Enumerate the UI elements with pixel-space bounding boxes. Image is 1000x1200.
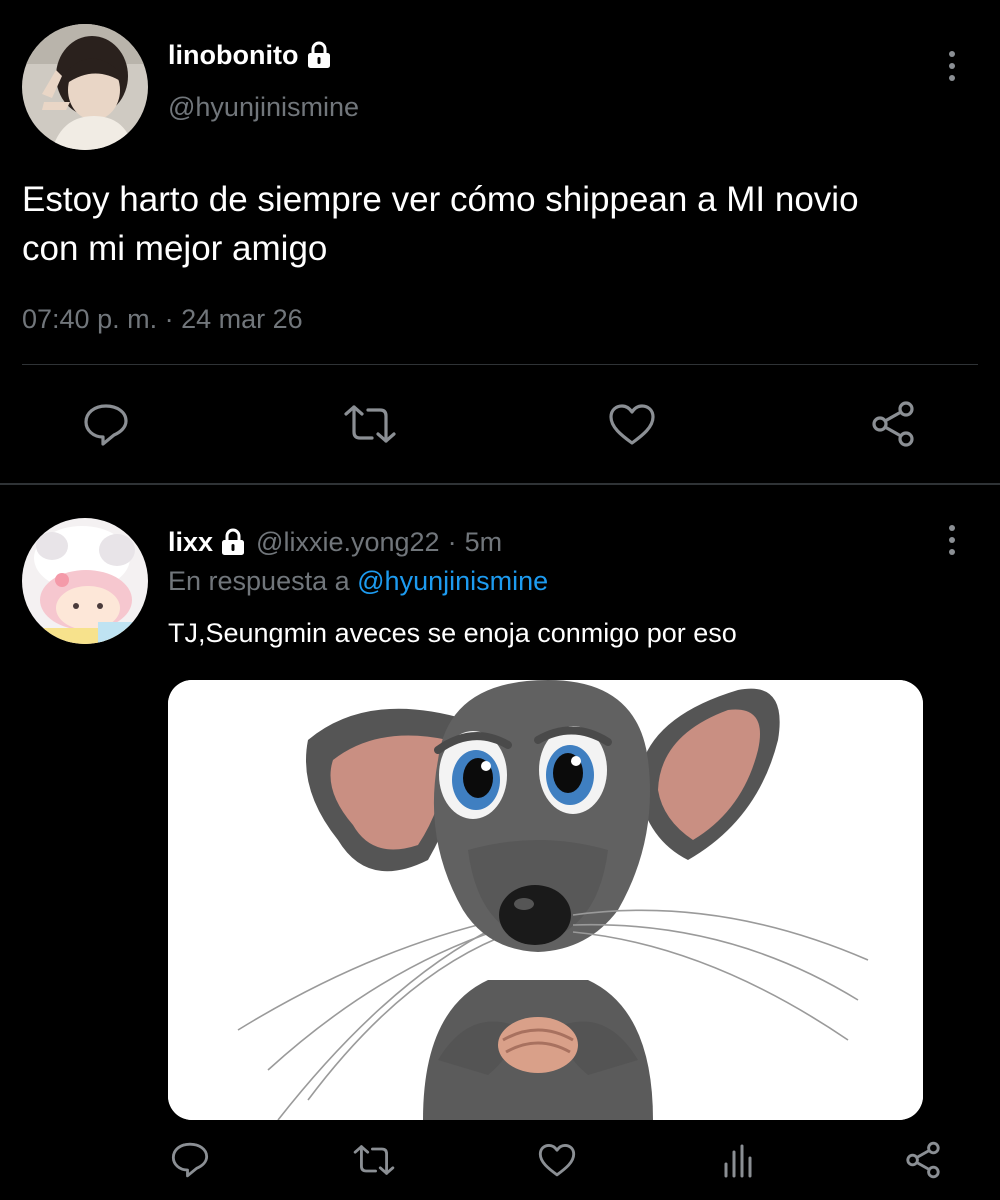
tweet-text-line: con mi mejor amigo (22, 229, 328, 268)
tweet-text-line: Estoy harto de siempre ver cómo shippean… (22, 180, 859, 219)
handle[interactable]: @hyunjinismine (168, 92, 359, 123)
retweet-icon[interactable] (352, 1144, 396, 1176)
share-icon[interactable] (903, 1140, 943, 1180)
more-icon[interactable] (937, 46, 967, 86)
reply-text: TJ,Seungmin aveces se enoja conmigo por … (168, 618, 737, 648)
display-name[interactable]: linobonito (168, 40, 298, 71)
meta-separator: · (447, 526, 457, 557)
avatar[interactable] (22, 518, 148, 644)
in-reply-handle-link[interactable]: @hyunjinismine (357, 566, 548, 596)
tweet-separator (0, 483, 1000, 485)
timestamp[interactable]: 07:40 p. m. · 24 mar 26 (22, 304, 303, 335)
display-name[interactable]: lixx (168, 527, 213, 558)
reply-icon[interactable] (170, 1140, 210, 1180)
mouse-illustration (168, 680, 923, 1120)
media-image[interactable] (168, 680, 923, 1120)
tweet-text: Estoy harto de siempre ver cómo shippean… (22, 175, 982, 273)
avatar[interactable] (22, 24, 148, 150)
lock-icon (306, 41, 332, 69)
divider (22, 364, 978, 365)
more-icon[interactable] (937, 520, 967, 560)
like-icon[interactable] (607, 403, 657, 447)
reply-icon[interactable] (82, 402, 130, 448)
relative-time[interactable]: 5m (465, 527, 503, 558)
in-reply-prefix: En respuesta a (168, 566, 350, 596)
share-icon[interactable] (868, 400, 918, 448)
like-icon[interactable] (537, 1143, 577, 1178)
analytics-icon[interactable] (722, 1142, 756, 1178)
in-reply-to: En respuesta a @hyunjinismine (168, 566, 548, 597)
lock-icon (220, 528, 246, 556)
retweet-icon[interactable] (342, 404, 398, 444)
handle[interactable]: @lixxie.yong22 (256, 527, 440, 558)
